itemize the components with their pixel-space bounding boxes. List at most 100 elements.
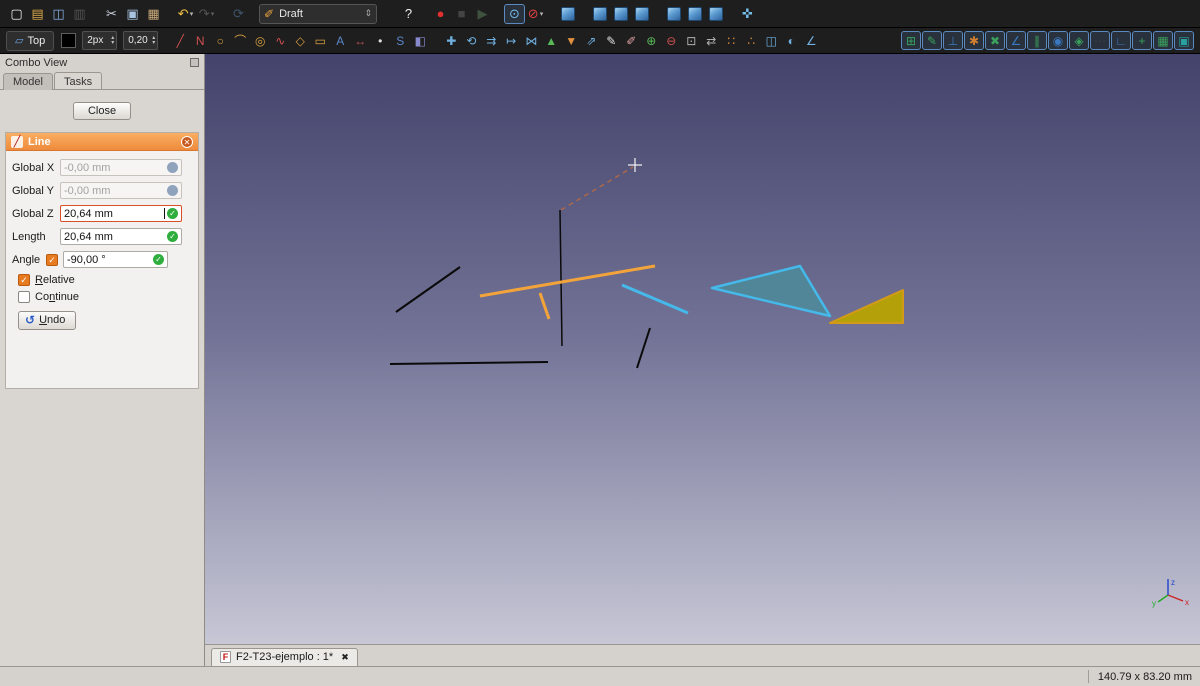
draft-downgrade-icon[interactable]: ▼ (561, 31, 581, 50)
view-left-icon[interactable] (705, 4, 726, 24)
snap-near-icon[interactable]: + (1132, 31, 1152, 50)
task-close-icon[interactable]: ✕ (181, 135, 193, 148)
length-label: Length (12, 230, 46, 243)
draft-scale-icon[interactable]: ⇗ (581, 31, 601, 50)
workbench-selector[interactable]: ✐ Draft ⇕ (259, 3, 377, 24)
draft-rectangle-icon[interactable]: ▭ (310, 31, 330, 50)
continue-checkbox[interactable] (18, 291, 30, 303)
relative-checkbox[interactable]: ✓ (18, 274, 30, 286)
draw-style-icon[interactable]: ⊘ ▾ (525, 4, 546, 24)
draft-clone-icon[interactable]: ◫ (761, 31, 781, 50)
view-isometric-icon-face (560, 6, 575, 21)
line-width-spinbox[interactable]: 2px ▴ ▾ (82, 31, 118, 50)
angle-input[interactable]: -90,00 ° ✓ (63, 251, 168, 268)
snap-angle-icon[interactable]: ∠ (1006, 31, 1026, 50)
length-input[interactable]: 20,64 mm ✓ (60, 228, 182, 245)
snap-extension-icon[interactable]: ◈ (1069, 31, 1089, 50)
angle-checkbox[interactable]: ✓ (46, 253, 58, 266)
statusbar-separator (1087, 670, 1089, 683)
view-bottom-icon[interactable] (684, 4, 705, 24)
undo-arrow-icon: ↺ (25, 313, 36, 327)
draft-circle-icon[interactable]: ○ (210, 31, 230, 50)
snap-intersection-icon[interactable]: ✖ (985, 31, 1005, 50)
global-z-input[interactable]: 20,64 mm ✓ (60, 205, 182, 222)
draft-subelement-icon[interactable]: ✐ (621, 31, 641, 50)
paste-icon[interactable]: ▦ (143, 4, 164, 24)
snap-grid-icon[interactable]: ▦ (1153, 31, 1173, 50)
draft-slope-icon[interactable]: ∠ (801, 31, 821, 50)
cut-icon[interactable]: ✂ (101, 4, 122, 24)
macro-execute-icon[interactable]: ▶ (472, 4, 493, 24)
draft-bspline-icon[interactable]: ∿ (270, 31, 290, 50)
draft-add-point-icon[interactable]: ⊕ (641, 31, 661, 50)
line-color-swatch[interactable] (61, 33, 77, 48)
snap-workingplane-icon[interactable]: ▣ (1174, 31, 1194, 50)
line-width-value: 2px (87, 35, 104, 46)
document-tab[interactable]: F F2-T23-ejemplo : 1* ✖ (211, 648, 358, 666)
global-x-input[interactable]: -0,00 mm (60, 159, 182, 176)
draft-polygon-icon[interactable]: ◇ (290, 31, 310, 50)
draft-patharray-icon[interactable]: ∴ (741, 31, 761, 50)
draft-ellipse-icon[interactable]: ◎ (250, 31, 270, 50)
measure-distance-icon[interactable]: ✜ (737, 4, 758, 24)
snap-perpendicular-icon[interactable]: ⊥ (943, 31, 963, 50)
snap-center-icon[interactable]: ◉ (1048, 31, 1068, 50)
draft-line-icon[interactable]: ╱ (170, 31, 190, 50)
working-plane-button[interactable]: ▱ Top (6, 30, 55, 51)
draft-edit-icon[interactable]: ✎ (601, 31, 621, 50)
draft-rotate-icon[interactable]: ⟲ (461, 31, 481, 50)
macro-record-icon[interactable]: ● (430, 4, 451, 24)
snap-ortho-icon[interactable]: ∟ (1111, 31, 1131, 50)
draft-del-point-icon[interactable]: ⊖ (661, 31, 681, 50)
scale-spinbox[interactable]: 0,20 ▴ ▾ (123, 31, 159, 50)
angle-value: -90,00 ° (67, 253, 106, 266)
new-document-icon[interactable]: ▢ (6, 4, 27, 24)
draft-to-sketch-icon[interactable]: ⇄ (701, 31, 721, 50)
view-right-icon[interactable] (631, 4, 652, 24)
export-icon[interactable]: ▥ (69, 4, 90, 24)
refresh-icon[interactable]: ⟳ (228, 4, 249, 24)
draft-shape2dview-icon[interactable]: ⊡ (681, 31, 701, 50)
draft-shapestring-icon[interactable]: S (390, 31, 410, 50)
tab-model[interactable]: Model (3, 73, 53, 90)
draft-mirror-icon[interactable]: ◐ (781, 31, 801, 50)
save-document-icon[interactable]: ◫ (48, 4, 69, 24)
viewport[interactable]: x y z (205, 54, 1200, 644)
redo-arrow-icon[interactable]: ↷ ▾ (196, 4, 217, 24)
draft-dimension-icon[interactable]: ↔ (350, 31, 370, 50)
draft-join-icon[interactable]: ⋈ (521, 31, 541, 50)
snap-lock-icon[interactable]: ⊞ (901, 31, 921, 50)
draft-arc-icon[interactable]: ⌒ (230, 31, 250, 50)
spinner-arrows-icon[interactable]: ▴ ▾ (111, 35, 114, 46)
undo-button[interactable]: ↺ Undo (18, 311, 77, 330)
view-rear-icon[interactable] (663, 4, 684, 24)
float-panel-icon[interactable] (190, 58, 199, 67)
tab-tasks[interactable]: Tasks (53, 72, 103, 89)
global-y-input[interactable]: -0,00 mm (60, 182, 182, 199)
snap-parallel-icon[interactable]: ∥ (1027, 31, 1047, 50)
view-front-icon[interactable] (589, 4, 610, 24)
close-task-button[interactable]: Close (72, 102, 132, 120)
draft-offset-icon[interactable]: ⇉ (481, 31, 501, 50)
draft-array-icon[interactable]: ∷ (721, 31, 741, 50)
draft-facebinder-icon[interactable]: ◧ (410, 31, 430, 50)
draft-upgrade-icon[interactable]: ▲ (541, 31, 561, 50)
whats-this-icon[interactable]: ? (398, 4, 419, 24)
view-top-icon[interactable] (610, 4, 631, 24)
draft-trimex-icon[interactable]: ↦ (501, 31, 521, 50)
draft-point-icon[interactable]: • (370, 31, 390, 50)
draft-text-icon[interactable]: A (330, 31, 350, 50)
spinner-arrows-icon[interactable]: ▴ ▾ (152, 35, 155, 46)
view-isometric-icon[interactable] (557, 4, 578, 24)
draft-move-icon[interactable]: ✚ (441, 31, 461, 50)
zoom-fit-icon[interactable]: ⊙ (504, 3, 525, 24)
open-document-icon[interactable]: ▤ (27, 4, 48, 24)
snap-special-icon[interactable]: ✱ (964, 31, 984, 50)
tab-close-icon[interactable]: ✖ (341, 652, 349, 663)
undo-arrow-icon[interactable]: ↶ ▾ (175, 4, 196, 24)
copy-icon[interactable]: ▣ (122, 4, 143, 24)
macro-stop-icon[interactable]: ■ (451, 4, 472, 24)
draft-wire-icon[interactable]: N (190, 31, 210, 50)
snap-endpoint-icon[interactable]: ✎ (922, 31, 942, 50)
snap-dimensions-icon[interactable]: ⋯ (1090, 31, 1110, 50)
